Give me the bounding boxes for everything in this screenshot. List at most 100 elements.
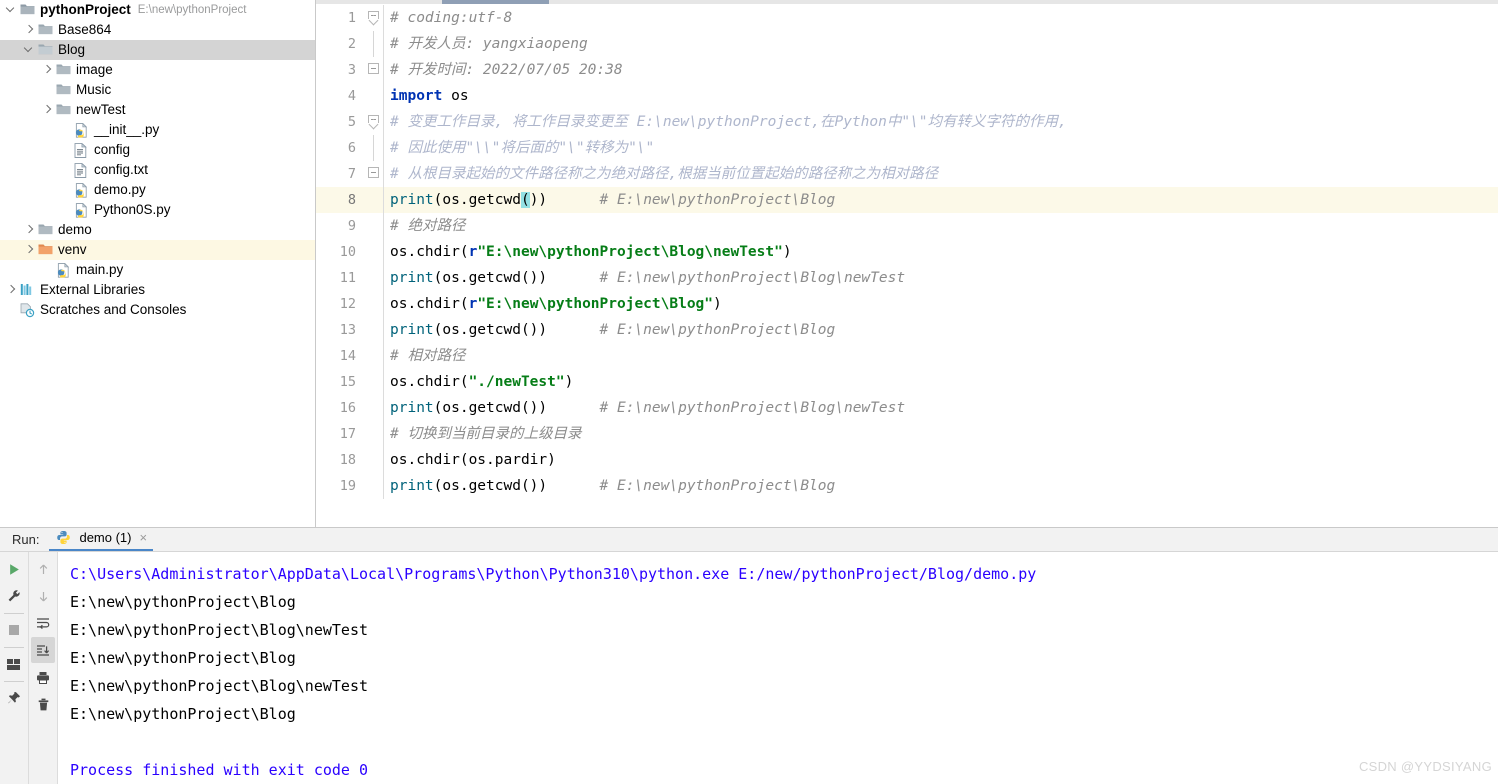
code-text[interactable]: import os xyxy=(384,83,1498,109)
chevron-right-icon[interactable] xyxy=(4,280,19,300)
code-line[interactable]: 7# 从根目录起始的文件路径称之为绝对路径,根据当前位置起始的路径称之为相对路径 xyxy=(316,161,1498,187)
fold-gutter[interactable] xyxy=(366,239,384,265)
code-line[interactable]: 10os.chdir(r"E:\new\pythonProject\Blog\n… xyxy=(316,239,1498,265)
fold-gutter[interactable] xyxy=(366,265,384,291)
pin-tab-button[interactable] xyxy=(2,685,26,711)
code-line[interactable]: 8print(os.getcwd()) # E:\new\pythonProje… xyxy=(316,187,1498,213)
code-line[interactable]: 19print(os.getcwd()) # E:\new\pythonProj… xyxy=(316,473,1498,499)
tree-item-config-txt[interactable]: config.txt xyxy=(0,160,315,180)
tree-item-demo[interactable]: demo xyxy=(0,220,315,240)
chevron-down-icon[interactable] xyxy=(22,40,37,60)
fold-gutter[interactable] xyxy=(366,57,384,83)
code-line[interactable]: 11print(os.getcwd()) # E:\new\pythonProj… xyxy=(316,265,1498,291)
code-text[interactable]: # 开发人员: yangxiaopeng xyxy=(384,31,1498,57)
tree-item-music[interactable]: Music xyxy=(0,80,315,100)
code-text[interactable]: os.chdir(r"E:\new\pythonProject\Blog") xyxy=(384,291,1498,317)
edit-configurations-button[interactable] xyxy=(2,583,26,609)
code-line[interactable]: 5# 变更工作目录, 将工作目录变更至 E:\new\pythonProject… xyxy=(316,109,1498,135)
code-text[interactable]: print(os.getcwd()) # E:\new\pythonProjec… xyxy=(384,473,1498,499)
code-text[interactable]: # 从根目录起始的文件路径称之为绝对路径,根据当前位置起始的路径称之为相对路径 xyxy=(384,161,1498,187)
tree-item--init-py[interactable]: __init__.py xyxy=(0,120,315,140)
chevron-right-icon[interactable] xyxy=(40,60,55,80)
scroll-to-end-button[interactable] xyxy=(31,637,55,663)
tree-item-image[interactable]: image xyxy=(0,60,315,80)
tree-item-scratches-and-consoles[interactable]: Scratches and Consoles xyxy=(0,300,315,320)
chevron-right-icon[interactable] xyxy=(22,240,37,260)
fold-end-icon[interactable] xyxy=(368,167,379,178)
fold-gutter[interactable] xyxy=(366,447,384,473)
tree-item-config[interactable]: config xyxy=(0,140,315,160)
project-tool-window[interactable]: pythonProjectE:\new\pythonProjectBase864… xyxy=(0,0,316,527)
fold-gutter[interactable] xyxy=(366,421,384,447)
fold-gutter[interactable] xyxy=(366,473,384,499)
code-line[interactable]: 2# 开发人员: yangxiaopeng xyxy=(316,31,1498,57)
fold-gutter[interactable] xyxy=(366,135,384,161)
code-text[interactable]: # 因此使用"\\"将后面的"\"转移为"\" xyxy=(384,135,1498,161)
run-left-toolbar[interactable] xyxy=(0,552,29,784)
code-text[interactable]: print(os.getcwd()) # E:\new\pythonProjec… xyxy=(384,187,1498,213)
code-line[interactable]: 1# coding:utf-8 xyxy=(316,5,1498,31)
tree-item-main-py[interactable]: main.py xyxy=(0,260,315,280)
tree-item-python0s-py[interactable]: Python0S.py xyxy=(0,200,315,220)
code-line[interactable]: 6# 因此使用"\\"将后面的"\"转移为"\" xyxy=(316,135,1498,161)
console-output[interactable]: C:\Users\Administrator\AppData\Local\Pro… xyxy=(58,552,1498,784)
tree-item-pythonproject[interactable]: pythonProjectE:\new\pythonProject xyxy=(0,0,315,20)
fold-gutter[interactable] xyxy=(366,31,384,57)
code-line[interactable]: 4import os xyxy=(316,83,1498,109)
tree-item-external-libraries[interactable]: External Libraries xyxy=(0,280,315,300)
fold-gutter[interactable] xyxy=(366,187,384,213)
close-icon[interactable]: × xyxy=(140,531,148,544)
chevron-right-icon[interactable] xyxy=(22,20,37,40)
code-text[interactable]: # 绝对路径 xyxy=(384,213,1498,239)
code-editor[interactable]: 1# coding:utf-82# 开发人员: yangxiaopeng3# 开… xyxy=(316,0,1498,527)
code-lines[interactable]: 1# coding:utf-82# 开发人员: yangxiaopeng3# 开… xyxy=(316,5,1498,527)
code-text[interactable]: # 开发时间: 2022/07/05 20:38 xyxy=(384,57,1498,83)
code-line[interactable]: 3# 开发时间: 2022/07/05 20:38 xyxy=(316,57,1498,83)
stop-button[interactable] xyxy=(2,617,26,643)
tree-item-newtest[interactable]: newTest xyxy=(0,100,315,120)
code-text[interactable]: # 变更工作目录, 将工作目录变更至 E:\new\pythonProject,… xyxy=(384,109,1498,135)
code-text[interactable]: os.chdir(os.pardir) xyxy=(384,447,1498,473)
tree-item-demo-py[interactable]: demo.py xyxy=(0,180,315,200)
fold-gutter[interactable] xyxy=(366,109,384,135)
code-text[interactable]: os.chdir("./newTest") xyxy=(384,369,1498,395)
fold-gutter[interactable] xyxy=(366,5,384,31)
code-text[interactable]: # 相对路径 xyxy=(384,343,1498,369)
prev-occurrence-button[interactable] xyxy=(31,556,55,582)
code-text[interactable]: os.chdir(r"E:\new\pythonProject\Blog\new… xyxy=(384,239,1498,265)
chevron-right-icon[interactable] xyxy=(22,220,37,240)
code-line[interactable]: 18os.chdir(os.pardir) xyxy=(316,447,1498,473)
tree-item-base864[interactable]: Base864 xyxy=(0,20,315,40)
fold-gutter[interactable] xyxy=(366,317,384,343)
code-line[interactable]: 15os.chdir("./newTest") xyxy=(316,369,1498,395)
code-line[interactable]: 9# 绝对路径 xyxy=(316,213,1498,239)
tree-item-venv[interactable]: venv xyxy=(0,240,315,260)
clear-all-button[interactable] xyxy=(31,691,55,717)
fold-gutter[interactable] xyxy=(366,369,384,395)
print-button[interactable] xyxy=(31,664,55,690)
fold-end-icon[interactable] xyxy=(368,63,379,74)
code-line[interactable]: 13print(os.getcwd()) # E:\new\pythonProj… xyxy=(316,317,1498,343)
code-text[interactable]: # 切换到当前目录的上级目录 xyxy=(384,421,1498,447)
code-text[interactable]: print(os.getcwd()) # E:\new\pythonProjec… xyxy=(384,317,1498,343)
next-occurrence-button[interactable] xyxy=(31,583,55,609)
rerun-button[interactable] xyxy=(2,556,26,582)
fold-gutter[interactable] xyxy=(366,213,384,239)
code-line[interactable]: 14# 相对路径 xyxy=(316,343,1498,369)
fold-gutter[interactable] xyxy=(366,83,384,109)
fold-collapse-icon[interactable] xyxy=(368,115,379,126)
code-line[interactable]: 12os.chdir(r"E:\new\pythonProject\Blog") xyxy=(316,291,1498,317)
chevron-right-icon[interactable] xyxy=(40,100,55,120)
run-tab-demo[interactable]: demo (1) × xyxy=(49,528,153,551)
chevron-down-icon[interactable] xyxy=(4,0,19,20)
code-line[interactable]: 16print(os.getcwd()) # E:\new\pythonProj… xyxy=(316,395,1498,421)
soft-wrap-button[interactable] xyxy=(31,610,55,636)
fold-gutter[interactable] xyxy=(366,291,384,317)
fold-gutter[interactable] xyxy=(366,395,384,421)
fold-collapse-icon[interactable] xyxy=(368,11,379,22)
run-console-toolbar[interactable] xyxy=(29,552,58,784)
code-line[interactable]: 17# 切换到当前目录的上级目录 xyxy=(316,421,1498,447)
code-text[interactable]: print(os.getcwd()) # E:\new\pythonProjec… xyxy=(384,395,1498,421)
code-text[interactable]: print(os.getcwd()) # E:\new\pythonProjec… xyxy=(384,265,1498,291)
code-text[interactable]: # coding:utf-8 xyxy=(384,5,1498,31)
